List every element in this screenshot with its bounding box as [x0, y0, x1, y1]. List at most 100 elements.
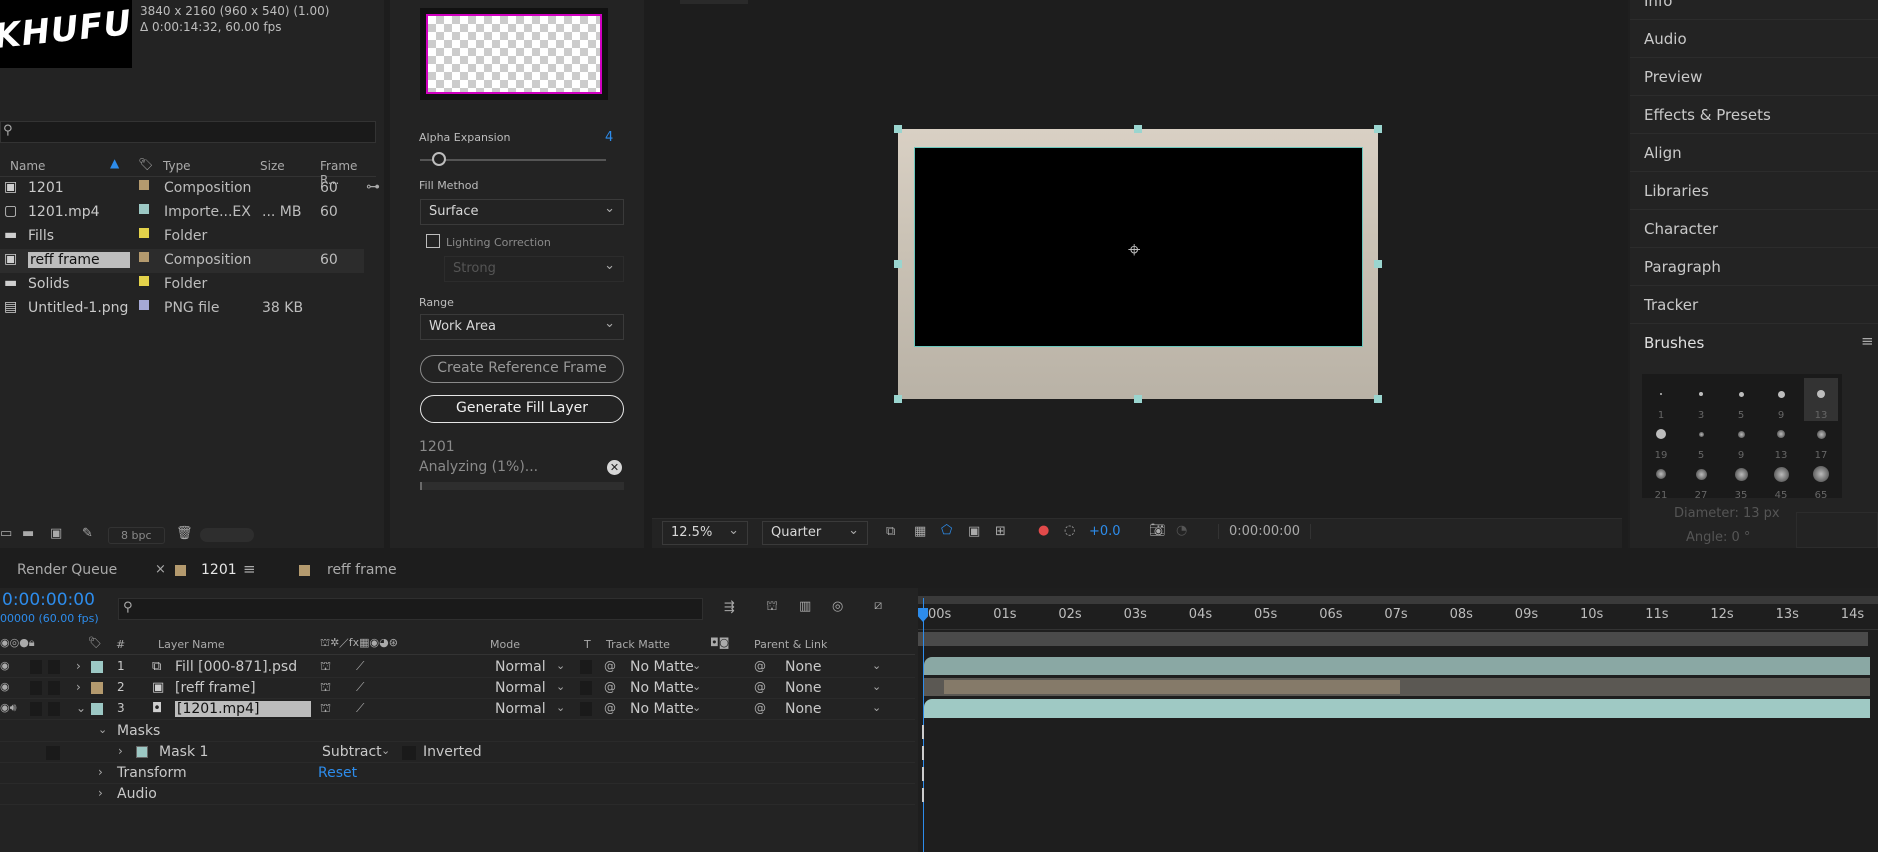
preserve-transparency-box[interactable]: [580, 702, 592, 716]
keyframe-marker[interactable]: [922, 767, 928, 781]
new-folder-icon[interactable]: ▬: [22, 526, 34, 541]
solo-box[interactable]: [30, 660, 42, 674]
preserve-transparency-box[interactable]: [580, 660, 592, 674]
close-tab-icon[interactable]: ×: [155, 562, 166, 577]
tab-render-queue[interactable]: Render Queue: [17, 562, 117, 578]
transparency-grid-icon[interactable]: ▦: [914, 524, 926, 539]
expand-chevron-icon[interactable]: ›: [98, 765, 103, 779]
sort-ascending-icon[interactable]: ▲: [110, 156, 119, 170]
show-snapshot-icon[interactable]: ◔: [1176, 523, 1187, 538]
shy-layers-icon[interactable]: ⛫: [766, 599, 778, 616]
pick-whip-icon[interactable]: @: [754, 701, 766, 715]
layer-row[interactable]: ◉🔊︎ ⌄ 3 ◘ [1201.mp4] ⛫ ⟋ Normal ⌄ @ No Matte ⌄ @ None…: [0, 699, 915, 720]
matte-link-icon[interactable]: @: [604, 680, 616, 694]
brush-tip[interactable]: 9: [1764, 378, 1798, 421]
anchor-point-icon[interactable]: ⌖: [1128, 240, 1140, 262]
layer-name[interactable]: Fill [000-871].psd: [175, 659, 297, 675]
project-item[interactable]: ▬ Solids Folder: [0, 273, 364, 297]
exposure-value[interactable]: +0.0: [1089, 524, 1121, 539]
generate-fill-layer-button[interactable]: Generate Fill Layer: [420, 395, 624, 423]
panel-character[interactable]: Character: [1630, 210, 1878, 248]
track-matte-dropdown[interactable]: No Matte: [630, 680, 694, 696]
brush-tip[interactable]: 5: [1684, 418, 1718, 461]
mask-color-swatch[interactable]: [136, 746, 148, 758]
quality-switch-icon[interactable]: ⟋: [356, 659, 364, 674]
item-name[interactable]: 1201.mp4: [28, 204, 100, 220]
comp-frame[interactable]: ⌖: [894, 125, 1382, 403]
layer-label-swatch[interactable]: [91, 661, 103, 673]
project-search-input[interactable]: ⚲: [0, 121, 376, 143]
track-matte-dropdown[interactable]: No Matte: [630, 701, 694, 717]
brush-tip[interactable]: 3: [1684, 378, 1718, 421]
column-size[interactable]: Size: [260, 159, 285, 173]
label-color-swatch[interactable]: [139, 204, 149, 214]
video-toggle-icon[interactable]: ◉: [0, 659, 10, 672]
brush-angle[interactable]: Angle: 0 °: [1686, 530, 1750, 545]
track-matte-dropdown[interactable]: No Matte: [630, 659, 694, 675]
time-graph[interactable]: [918, 588, 1878, 852]
cancel-analysis-icon[interactable]: ✕: [607, 460, 622, 475]
video-toggle-icon[interactable]: ◉🔊︎: [0, 701, 17, 715]
alpha-expansion-value[interactable]: 4: [605, 130, 613, 145]
transform-handle[interactable]: [1374, 260, 1382, 268]
motion-blur-icon[interactable]: ◎: [832, 599, 843, 614]
parent-dropdown[interactable]: None: [785, 680, 822, 696]
brush-tip[interactable]: 35: [1724, 458, 1758, 501]
expand-chevron-icon[interactable]: ›: [118, 744, 123, 758]
mask-1-row[interactable]: › Mask 1 Subtract ⌄ Inverted: [0, 742, 915, 763]
color-management-icon[interactable]: ◌: [1064, 523, 1075, 538]
viewer-timecode[interactable]: 0:00:00:00: [1218, 524, 1312, 539]
mask-lock-box[interactable]: [46, 746, 60, 760]
shy-switch-icon[interactable]: ⛫: [320, 701, 331, 717]
pick-whip-icon[interactable]: @: [754, 680, 766, 694]
transform-handle[interactable]: [1134, 395, 1142, 403]
parent-dropdown[interactable]: None: [785, 659, 822, 675]
transform-handle[interactable]: [1134, 125, 1142, 133]
flowchart-icon[interactable]: ⊶: [366, 179, 380, 195]
lock-box[interactable]: [48, 660, 60, 674]
layer-mode-dropdown[interactable]: Normal: [495, 680, 546, 696]
delete-icon[interactable]: 🗑︎: [176, 526, 193, 541]
matte-link-icon[interactable]: @: [604, 701, 616, 715]
resolution-dropdown[interactable]: Quarter: [762, 521, 868, 545]
comp-flowchart-icon[interactable]: ⇶: [724, 600, 735, 615]
masks-group-row[interactable]: ⌄ Masks: [0, 721, 915, 742]
panel-align[interactable]: Align: [1630, 134, 1878, 172]
create-reference-frame-button[interactable]: Create Reference Frame: [420, 355, 624, 383]
graph-editor-icon[interactable]: ⧄: [874, 598, 882, 613]
video-toggle-icon[interactable]: ◉: [0, 680, 10, 693]
timeline-timecode[interactable]: 0:00:00:00: [2, 590, 95, 610]
brush-tip[interactable]: 13: [1804, 378, 1838, 421]
audio-group-row[interactable]: › Audio: [0, 784, 915, 805]
layer-name[interactable]: [reff frame]: [175, 680, 256, 696]
brush-tip[interactable]: 5: [1724, 378, 1758, 421]
quality-switch-icon[interactable]: ⟋: [356, 701, 364, 716]
brush-tip[interactable]: 27: [1684, 458, 1718, 501]
brushes-menu-icon[interactable]: ≡: [1861, 332, 1874, 350]
preserve-transparency-box[interactable]: [580, 681, 592, 695]
layer-bar-reff-frame-active[interactable]: [944, 680, 1400, 694]
expand-chevron-icon[interactable]: ›: [76, 659, 81, 673]
alpha-expansion-slider-handle[interactable]: [432, 152, 446, 166]
column-type[interactable]: Type: [163, 159, 191, 173]
brush-tip[interactable]: 45: [1764, 458, 1798, 501]
expand-chevron-icon[interactable]: ›: [98, 786, 103, 800]
lighting-correction-checkbox[interactable]: [426, 234, 440, 248]
lock-box[interactable]: [48, 681, 60, 695]
project-item[interactable]: ▬ Fills Folder: [0, 225, 364, 249]
interpret-footage-icon[interactable]: ▭: [0, 526, 12, 541]
item-name[interactable]: 1201: [28, 180, 64, 196]
channels-icon[interactable]: ●: [1038, 523, 1049, 538]
layer-label-swatch[interactable]: [91, 703, 103, 715]
label-color-swatch[interactable]: [139, 252, 149, 262]
layer-label-swatch[interactable]: [91, 682, 103, 694]
brush-tip[interactable]: 13: [1764, 418, 1798, 461]
panel-effects-presets[interactable]: Effects & Presets: [1630, 96, 1878, 134]
layer-row[interactable]: ◉ › 2 ▣ [reff frame] ⛫ ⟋ Normal ⌄ @ No Matte ⌄ @ None…: [0, 678, 915, 699]
shy-switch-icon[interactable]: ⛫: [320, 680, 331, 696]
layer-bar-fill[interactable]: [924, 657, 1870, 675]
brush-tip[interactable]: 9: [1724, 418, 1758, 461]
parent-dropdown[interactable]: None: [785, 701, 822, 717]
magnification-dropdown[interactable]: 12.5%: [662, 521, 748, 545]
panel-info[interactable]: Info: [1630, 0, 1878, 20]
